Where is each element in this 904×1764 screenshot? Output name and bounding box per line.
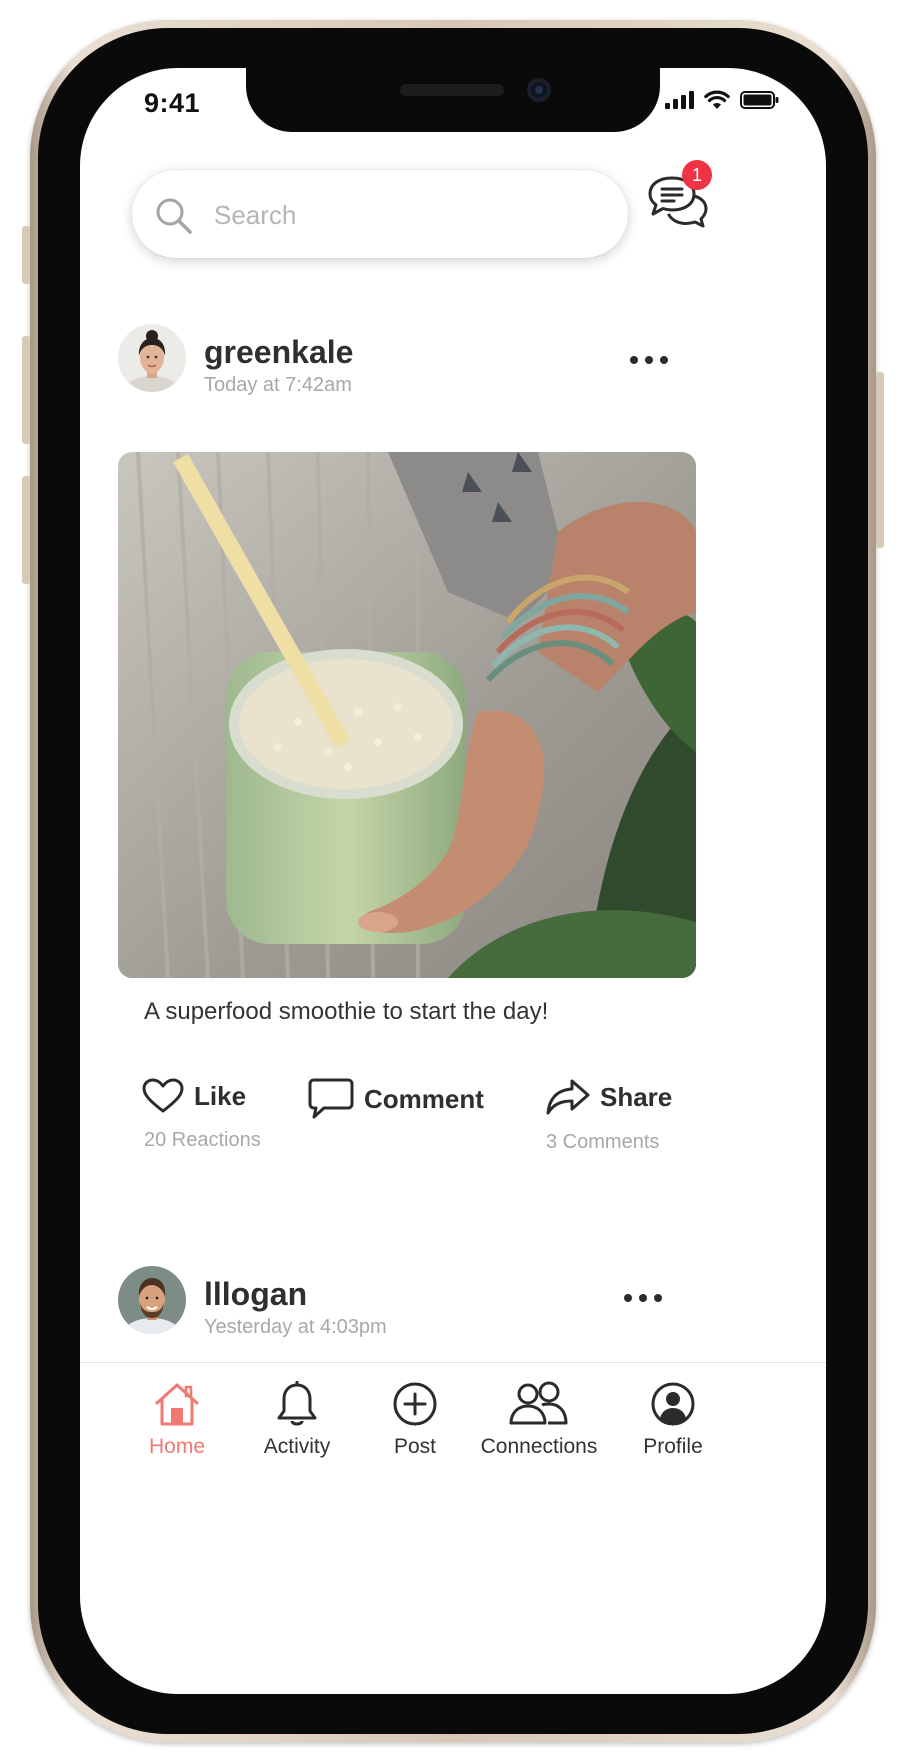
like-label: Like: [194, 1080, 247, 1111]
search-input[interactable]: [212, 190, 596, 240]
more-options-button[interactable]: [620, 1288, 666, 1308]
dot: [660, 356, 668, 364]
post-username[interactable]: lllogan: [204, 1276, 307, 1313]
tab-activity[interactable]: Activity: [234, 1381, 360, 1459]
tab-label: Home: [148, 1435, 206, 1458]
share-arrow-icon: [546, 1079, 590, 1115]
cellular-signal-icon: [665, 91, 694, 109]
plus-circle-icon: [393, 1382, 437, 1426]
dot: [630, 356, 638, 364]
avatar-woman-image: [118, 324, 186, 392]
tab-post[interactable]: Post: [354, 1381, 476, 1459]
post-caption: A superfood smoothie to start the day!: [144, 998, 549, 1025]
status-time: 9:41: [144, 88, 201, 118]
silent-switch: [22, 226, 30, 284]
dot: [654, 1294, 662, 1302]
avatar[interactable]: [118, 1266, 186, 1334]
profile-icon: [651, 1382, 695, 1426]
share-button[interactable]: Share: [546, 1078, 672, 1116]
comment-label: Comment: [364, 1083, 484, 1114]
tab-label: Post: [393, 1435, 437, 1458]
reactions-count[interactable]: 20 Reactions: [144, 1129, 261, 1152]
tab-label: Activity: [263, 1435, 331, 1458]
post-username[interactable]: greenkale: [204, 334, 353, 371]
status-icons: [665, 90, 780, 110]
tab-home[interactable]: Home: [114, 1381, 240, 1459]
tab-label: Profile: [643, 1435, 703, 1458]
post-timestamp: Yesterday at 4:03pm: [204, 1316, 387, 1338]
post-image[interactable]: [118, 452, 696, 978]
notification-badge: 1: [682, 160, 712, 190]
comment-button[interactable]: Comment: [308, 1078, 484, 1120]
people-icon: [509, 1381, 568, 1425]
search-bar[interactable]: [132, 170, 628, 258]
smoothie-photo: [118, 452, 696, 978]
wifi-icon: [704, 90, 730, 109]
avatar-man-image: [118, 1266, 186, 1334]
tab-profile[interactable]: Profile: [612, 1381, 734, 1459]
speech-bubble-icon: [308, 1078, 354, 1119]
volume-up-button: [22, 336, 30, 444]
front-camera: [527, 78, 551, 102]
search-icon: [156, 198, 192, 234]
app-screen: 9:41 1: [80, 68, 826, 1694]
dot: [639, 1294, 647, 1302]
post-timestamp: Today at 7:42am: [204, 374, 352, 396]
bell-icon: [277, 1381, 317, 1426]
avatar[interactable]: [118, 324, 186, 392]
tab-bar: Home Activity Post Connections Profile: [80, 1362, 826, 1513]
volume-down-button: [22, 476, 30, 584]
speaker-grille: [400, 84, 504, 96]
notch: [246, 68, 660, 132]
home-icon: [155, 1383, 199, 1426]
tab-label: Connections: [480, 1435, 598, 1458]
heart-icon: [142, 1078, 184, 1113]
more-options-button[interactable]: [626, 350, 672, 370]
dot: [645, 356, 653, 364]
dot: [624, 1294, 632, 1302]
share-label: Share: [600, 1081, 673, 1112]
tab-connections[interactable]: Connections: [464, 1381, 614, 1459]
like-button[interactable]: Like: [142, 1078, 246, 1114]
comments-count[interactable]: 3 Comments: [546, 1131, 659, 1154]
battery-icon: [740, 91, 779, 109]
power-button: [876, 372, 884, 548]
